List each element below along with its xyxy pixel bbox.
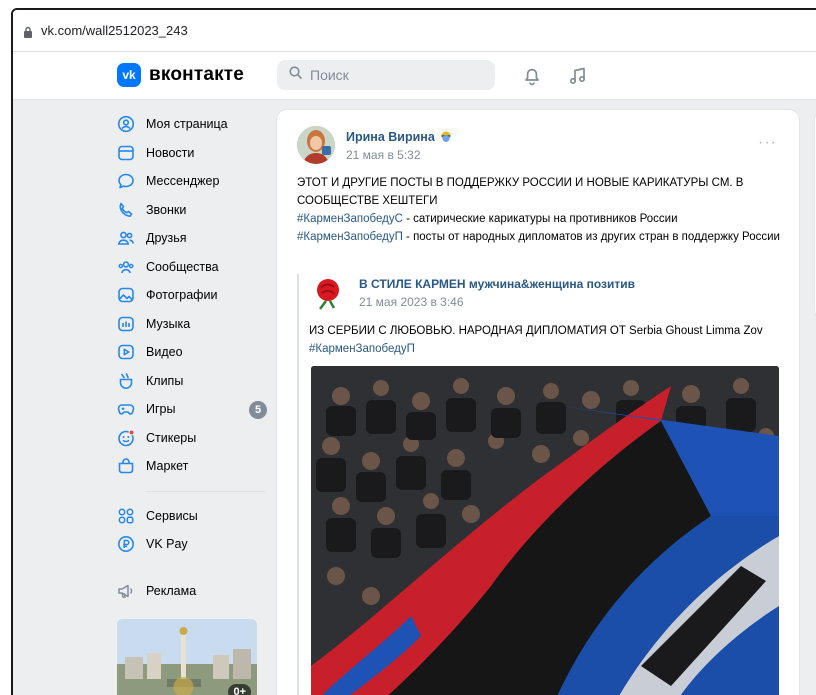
stickers-icon	[117, 429, 135, 447]
vk-logo-icon: vk	[117, 63, 141, 87]
hashtag-description: - посты от народных дипломатов из других…	[402, 231, 780, 243]
more-options-icon[interactable]: ···	[758, 134, 777, 152]
sidebar-item-label: Стикеры	[146, 430, 197, 445]
sidebar-item-label: Маркет	[146, 459, 189, 474]
games-count-badge: 5	[249, 401, 267, 419]
browser-window: vk.com/wall2512023_243 vk вконтакте Моя …	[11, 8, 816, 695]
repost-text-line: ИЗ СЕРБИИ С ЛЮБОВЬЮ. НАРОДНАЯ ДИПЛОМАТИЯ…	[309, 325, 763, 337]
sidebar-item-friends[interactable]: Друзья	[117, 224, 267, 253]
sidebar-item-label: Новости	[146, 145, 195, 160]
promo-count-badge: 0+	[228, 684, 251, 695]
video-icon	[117, 343, 135, 361]
url-text[interactable]: vk.com/wall2512023_243	[41, 23, 188, 38]
author-badge-icon	[439, 130, 453, 144]
vkpay-icon	[117, 535, 135, 553]
sidebar-item-messenger[interactable]: Мессенджер	[117, 167, 267, 196]
sidebar-item-label: Музыка	[146, 316, 191, 331]
news-icon	[117, 144, 135, 162]
photos-icon	[117, 286, 135, 304]
post-timestamp[interactable]: 21 мая в 5:32	[346, 148, 421, 162]
post-author[interactable]: Ирина Вирина	[346, 130, 453, 144]
repost-timestamp[interactable]: 21 мая 2023 в 3:46	[359, 295, 464, 309]
sidebar-item-vkpay[interactable]: VK Pay	[117, 530, 267, 559]
friends-icon	[117, 229, 135, 247]
post-photo[interactable]	[311, 366, 779, 695]
sidebar-item-label: Реклама	[146, 583, 197, 598]
sidebar-item-video[interactable]: Видео	[117, 338, 267, 367]
repost-hashtag[interactable]: #КарменЗапобедуП	[309, 340, 789, 358]
sidebar-item-clips[interactable]: Клипы	[117, 367, 267, 396]
sidebar-item-news[interactable]: Новости	[117, 139, 267, 168]
search-box[interactable]	[277, 60, 495, 90]
bell-icon[interactable]	[521, 65, 543, 87]
crowd-flag-image	[311, 366, 779, 695]
games-icon	[117, 400, 135, 418]
sidebar-item-market[interactable]: Маркет	[117, 452, 267, 481]
services-icon	[117, 507, 135, 525]
sidebar-item-label: Моя страница	[146, 117, 228, 132]
messenger-icon	[117, 172, 135, 190]
user-icon	[117, 115, 135, 133]
sidebar-item-label: Звонки	[146, 202, 187, 217]
repost-text: ИЗ СЕРБИИ С ЛЮБОВЬЮ. НАРОДНАЯ ДИПЛОМАТИЯ…	[309, 322, 789, 358]
sidebar-item-label: VK Pay	[146, 537, 188, 552]
vk-logo-text: вконтакте	[149, 64, 245, 85]
hashtag-description: - сатирические карикатуры на противников…	[402, 213, 678, 225]
repost-divider	[297, 274, 299, 695]
sidebar-item-label: Сообщества	[146, 259, 219, 274]
lock-icon	[23, 25, 33, 38]
hashtag-link[interactable]: #КарменЗапобедуП	[297, 231, 403, 243]
search-icon	[289, 66, 302, 84]
market-icon	[117, 457, 135, 475]
vk-header: vk вконтакте	[13, 52, 816, 100]
phone-icon	[117, 201, 135, 219]
post-text: ЭТОТ И ДРУГИЕ ПОСТЫ В ПОДДЕРЖКУ РОССИИ И…	[297, 174, 787, 246]
music-icon	[117, 315, 135, 333]
sidebar-item-games[interactable]: Игры 5	[117, 395, 267, 424]
post-author-name: Ирина Вирина	[346, 130, 435, 144]
promo-banner[interactable]: 0+	[117, 619, 257, 695]
post-text-line: ЭТОТ И ДРУГИЕ ПОСТЫ В ПОДДЕРЖКУ РОССИИ И…	[297, 177, 744, 207]
sidebar-item-services[interactable]: Сервисы	[117, 502, 267, 531]
vk-logo[interactable]: vk вконтакте	[117, 63, 244, 87]
ads-icon	[117, 582, 135, 600]
sidebar-item-music[interactable]: Музыка	[117, 310, 267, 339]
sidebar-divider	[145, 490, 265, 492]
clips-icon	[117, 372, 135, 390]
sidebar-item-calls[interactable]: Звонки	[117, 196, 267, 225]
sidebar-item-label: Друзья	[146, 231, 187, 246]
sidebar-item-label: Видео	[146, 345, 183, 360]
address-bar[interactable]: vk.com/wall2512023_243	[13, 10, 816, 52]
sidebar-item-label: Мессенджер	[146, 174, 220, 189]
sidebar-item-stickers[interactable]: Стикеры	[117, 424, 267, 453]
search-input[interactable]	[310, 67, 490, 83]
repost-avatar[interactable]	[309, 273, 347, 311]
sidebar-item-label: Фотографии	[146, 288, 218, 303]
music-icon[interactable]	[567, 65, 589, 87]
hashtag-link[interactable]: #КарменЗапобедуС	[297, 213, 403, 225]
sidebar-item-label: Игры	[146, 402, 176, 417]
left-sidebar: Моя страница Новости Мессенджер Звонки Д…	[117, 110, 267, 695]
sidebar-item-my-page[interactable]: Моя страница	[117, 110, 267, 139]
author-avatar[interactable]	[297, 126, 335, 164]
repost-author[interactable]: В СТИЛЕ КАРМЕН мужчина&женщина позитив	[359, 277, 635, 291]
communities-icon	[117, 258, 135, 276]
sidebar-item-label: Сервисы	[146, 508, 198, 523]
sidebar-item-photos[interactable]: Фотографии	[117, 281, 267, 310]
post-text-line: #КарменЗапобедуП - посты от народных дип…	[297, 228, 787, 246]
sidebar-item-label: Клипы	[146, 373, 184, 388]
wall-post: Ирина Вирина 21 мая в 5:32 ··· ЭТОТ И ДР…	[277, 110, 799, 695]
sidebar-item-communities[interactable]: Сообщества	[117, 253, 267, 282]
post-text-line: #КарменЗапобедуС - сатирические карикату…	[297, 210, 787, 228]
sidebar-item-ads[interactable]: Реклама	[117, 577, 267, 606]
